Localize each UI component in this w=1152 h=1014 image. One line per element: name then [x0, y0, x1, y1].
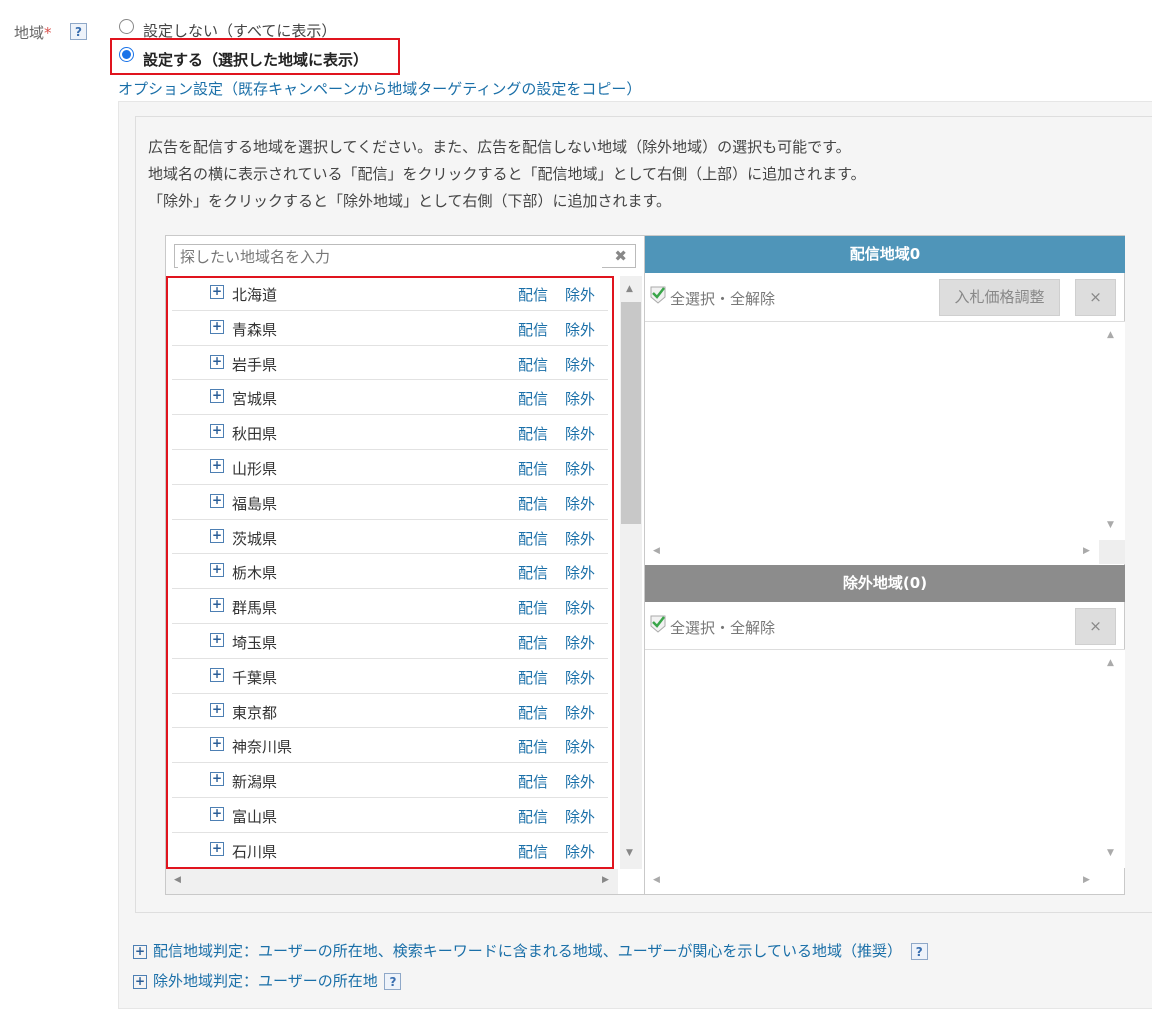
scroll-right-arrow-icon[interactable]: ▶ — [1083, 875, 1090, 885]
required-mark: * — [44, 24, 52, 42]
divider — [645, 321, 1125, 322]
scroll-up-arrow-icon[interactable]: ▲ — [1107, 658, 1114, 668]
delivery-criteria-label[interactable]: 配信地域判定：ユーザーの所在地、検索キーワードに含まれる地域、ユーザーが関心を示… — [153, 942, 902, 960]
description-line-1: 広告を配信する地域を選択してください。また、広告を配信しない地域（除外地域）の選… — [148, 138, 851, 156]
scroll-right-arrow-icon[interactable]: ▶ — [602, 875, 609, 885]
scroll-down-arrow-icon[interactable]: ▼ — [1107, 520, 1114, 530]
checkbox-check-icon[interactable] — [650, 286, 666, 304]
scroll-right-arrow-icon[interactable]: ▶ — [1083, 546, 1090, 556]
delivery-vertical-scrollbar[interactable]: ▲ ▼ — [1099, 322, 1125, 540]
radio-setting[interactable] — [119, 47, 134, 62]
delivery-select-all[interactable]: 全選択・全解除 — [670, 288, 775, 309]
exclude-select-all[interactable]: 全選択・全解除 — [670, 617, 775, 638]
scroll-down-arrow-icon[interactable]: ▼ — [626, 848, 633, 858]
help-icon[interactable]: ? — [384, 973, 402, 990]
delivery-horizontal-scrollbar[interactable]: ◀ ▶ — [645, 540, 1099, 564]
delivery-criteria-toggle[interactable]: + 配信地域判定：ユーザーの所在地、検索キーワードに含まれる地域、ユーザーが関心を… — [133, 940, 928, 961]
scroll-left-arrow-icon[interactable]: ◀ — [653, 546, 660, 556]
scroll-down-arrow-icon[interactable]: ▼ — [1107, 848, 1114, 858]
clear-icon[interactable]: ✖ — [614, 247, 627, 265]
bid-adjust-button[interactable]: 入札価格調整 — [939, 279, 1060, 316]
exclude-panel-header: 除外地域(0) — [645, 565, 1125, 602]
scroll-corner — [1099, 540, 1125, 564]
exclude-criteria-toggle[interactable]: + 除外地域判定：ユーザーの所在地 ? — [133, 970, 402, 991]
exclude-vertical-scrollbar[interactable]: ▲ ▼ — [1099, 650, 1125, 868]
delivery-remove-button[interactable]: × — [1075, 279, 1116, 316]
exclude-horizontal-scrollbar[interactable]: ◀ ▶ — [645, 869, 1099, 893]
radio-setting-label[interactable]: 設定する（選択した地域に表示） — [143, 49, 368, 70]
list-highlight — [166, 276, 614, 869]
description-line-2: 地域名の横に表示されている「配信」をクリックすると「配信地域」として右側（上部）… — [148, 165, 866, 183]
panel-divider — [644, 236, 645, 894]
copy-settings-link[interactable]: オプション設定（既存キャンペーンから地域ターゲティングの設定をコピー） — [118, 78, 641, 99]
delivery-panel-header: 配信地域0 — [645, 236, 1125, 273]
exclude-criteria-label[interactable]: 除外地域判定：ユーザーの所在地 — [153, 972, 378, 990]
scroll-left-arrow-icon[interactable]: ◀ — [653, 875, 660, 885]
divider — [645, 649, 1125, 650]
scroll-left-arrow-icon[interactable]: ◀ — [174, 875, 181, 885]
scroll-up-arrow-icon[interactable]: ▲ — [626, 284, 633, 294]
scrollbar-thumb[interactable] — [621, 302, 641, 524]
radio-no-setting[interactable] — [119, 19, 134, 34]
description-line-3: 「除外」をクリックすると「除外地域」として右側（下部）に追加されます。 — [148, 192, 672, 210]
list-vertical-scrollbar[interactable]: ▲ ▼ — [620, 276, 642, 869]
search-input[interactable] — [178, 246, 602, 268]
expand-icon[interactable]: + — [133, 944, 147, 959]
scroll-up-arrow-icon[interactable]: ▲ — [1107, 330, 1114, 340]
field-label: 地域* — [14, 22, 52, 43]
field-label-text: 地域 — [14, 24, 45, 42]
expand-icon[interactable]: + — [133, 974, 147, 989]
search-box: ✖ — [174, 244, 636, 268]
help-icon[interactable]: ? — [910, 943, 928, 960]
list-horizontal-scrollbar[interactable]: ◀ ▶ — [166, 869, 618, 894]
exclude-remove-button[interactable]: × — [1075, 608, 1116, 645]
checkbox-check-icon[interactable] — [650, 615, 666, 633]
help-icon[interactable]: ? — [70, 23, 87, 40]
